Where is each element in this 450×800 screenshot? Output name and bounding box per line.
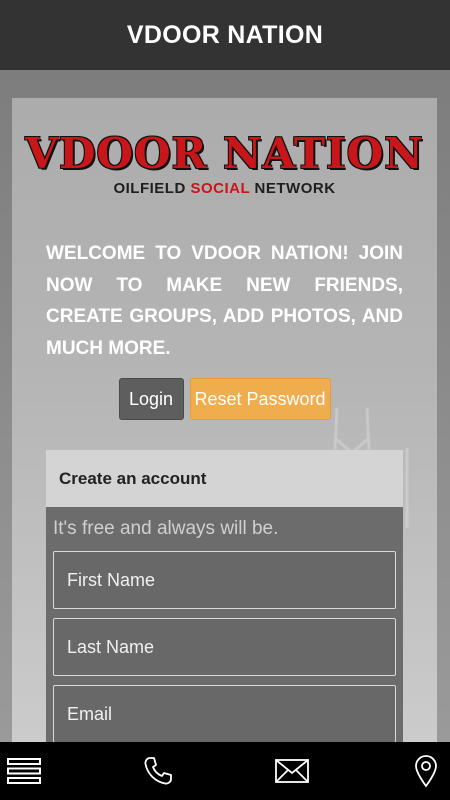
app-header: VDOOR NATION xyxy=(0,0,450,70)
logo-subtitle-social: SOCIAL xyxy=(190,180,250,197)
last-name-input[interactable] xyxy=(67,636,395,658)
location-button[interactable] xyxy=(406,751,446,791)
mail-icon xyxy=(275,759,309,783)
logo-subtitle-network: NETWORK xyxy=(254,180,336,197)
logo-title: VDOOR NATION xyxy=(25,129,424,178)
page-title: VDOOR NATION xyxy=(126,20,324,49)
login-button[interactable]: Login xyxy=(118,378,184,420)
create-account-heading: Create an account xyxy=(46,450,403,507)
email-button[interactable] xyxy=(272,751,312,791)
menu-button[interactable] xyxy=(4,751,44,791)
reset-password-button[interactable]: Reset Password xyxy=(189,378,331,420)
main-panel: VDOOR NATION OILFIELD SOCIAL NETWORK Wel… xyxy=(12,98,437,798)
bottom-navigation-bar xyxy=(0,742,450,800)
first-name-field-wrapper xyxy=(53,551,396,609)
welcome-text: Welcome to VDOOR NATION! Join now to mak… xyxy=(46,243,403,359)
first-name-input[interactable] xyxy=(67,569,395,591)
logo-subtitle-oilfield: OILFIELD xyxy=(113,180,186,197)
auth-button-row: Login Reset Password xyxy=(12,378,437,420)
brand-logo: VDOOR NATION OILFIELD SOCIAL NETWORK xyxy=(12,128,437,197)
call-button[interactable] xyxy=(138,751,178,791)
email-input[interactable] xyxy=(67,703,395,725)
last-name-field-wrapper xyxy=(53,618,396,676)
location-pin-icon xyxy=(415,755,437,788)
account-tagline: It's free and always will be. xyxy=(53,518,279,539)
menu-icon xyxy=(7,758,41,784)
email-field-wrapper xyxy=(53,685,396,743)
logo-subtitle: OILFIELD SOCIAL NETWORK xyxy=(12,180,437,197)
phone-icon xyxy=(144,757,172,785)
